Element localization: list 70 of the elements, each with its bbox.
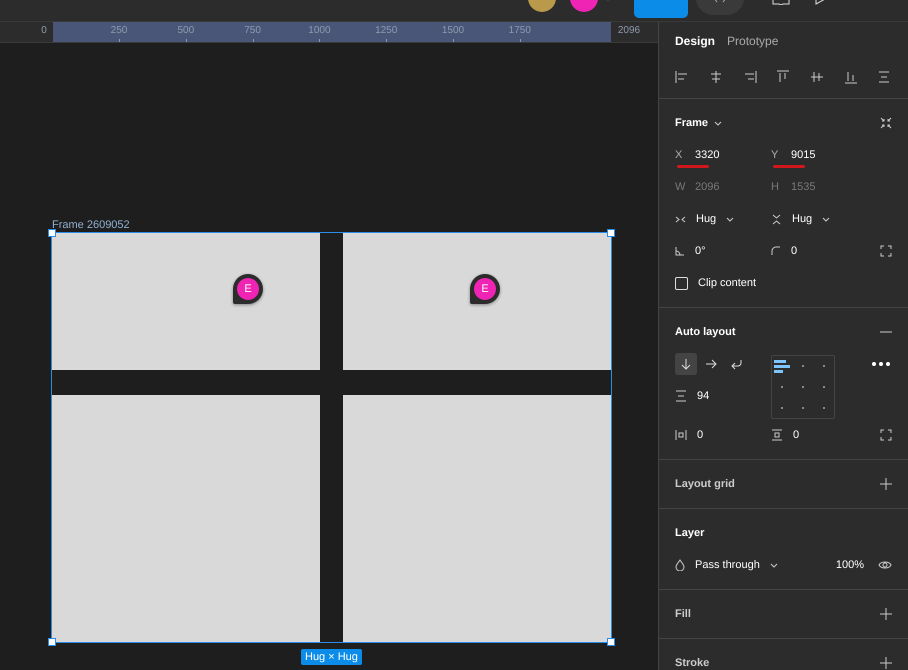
align-right-icon[interactable]	[742, 70, 757, 84]
align-left-icon[interactable]	[675, 70, 689, 84]
resize-handle[interactable]	[48, 229, 56, 237]
eye-icon[interactable]	[878, 560, 892, 570]
chevron-down-icon	[822, 216, 830, 222]
panel-tab[interactable]: Design	[675, 34, 716, 48]
plus-icon[interactable]	[880, 478, 892, 490]
horizontal-padding-icon	[675, 429, 687, 441]
ruler-tick-label: 1500	[442, 25, 464, 36]
ruler-tick-label: 1250	[375, 25, 398, 36]
ruler-tick-label: 1000	[308, 25, 331, 36]
resize-handle[interactable]	[48, 638, 56, 646]
ruler-tick-label: 1750	[508, 25, 531, 36]
independent-corners-icon[interactable]	[880, 245, 892, 257]
section-title: Layer	[675, 527, 704, 539]
ruler-tick-label: 250	[110, 25, 128, 36]
drop-icon	[675, 559, 685, 571]
horizontal-resize-icon	[675, 214, 686, 224]
direction-button[interactable]	[675, 353, 697, 375]
align-top-icon[interactable]	[776, 70, 790, 84]
number-field[interactable]: X 3320	[675, 143, 771, 167]
vertical-padding-icon	[771, 429, 783, 441]
opacity-field[interactable]: 100%	[836, 559, 864, 571]
chevron-down-icon	[770, 562, 778, 568]
ruler-tick-label: 500	[177, 25, 194, 36]
ruler-tick-label: 0	[41, 25, 47, 36]
alignment-icon	[774, 360, 790, 373]
ruler-tick-label: 2096	[618, 25, 640, 36]
section-title: Auto layout	[675, 326, 736, 338]
collapse-icon[interactable]	[880, 117, 892, 129]
chevron-down-icon	[726, 216, 734, 222]
horizontal-padding-field[interactable]: 0	[675, 423, 771, 447]
individual-padding-icon[interactable]	[880, 429, 892, 441]
plus-icon[interactable]	[880, 657, 892, 669]
section-title: Frame	[675, 117, 708, 129]
frame-name[interactable]: Frame 2609052	[52, 219, 130, 231]
number-field[interactable]: Y 9015	[771, 143, 867, 167]
align-center-icon[interactable]	[708, 70, 723, 84]
wrap-icon	[730, 358, 742, 370]
vertical-resize-icon	[771, 214, 782, 224]
sizing-dropdown[interactable]: Hug	[675, 207, 771, 231]
alignment-grid[interactable]	[771, 355, 835, 419]
distribute-icon[interactable]	[878, 70, 892, 84]
spacing-icon	[675, 390, 687, 402]
align-middle-icon[interactable]	[810, 70, 824, 84]
corner-radius-icon	[771, 246, 781, 256]
panel-tab[interactable]: Prototype	[727, 34, 778, 48]
resize-handle[interactable]	[607, 638, 615, 646]
clip-content-checkbox[interactable]: Clip content	[675, 267, 892, 299]
corner-radius-field[interactable]: 0	[771, 239, 867, 263]
more-icon[interactable]	[872, 362, 890, 366]
section-title: Fill	[675, 608, 691, 620]
sizing-dropdown[interactable]: Hug	[771, 207, 867, 231]
section-title: Layout grid	[675, 478, 735, 490]
plus-icon[interactable]	[880, 608, 892, 620]
gap-field[interactable]: 94	[675, 380, 771, 412]
arrow-right-icon	[705, 358, 717, 370]
ruler-tick-label: 750	[244, 25, 261, 36]
angle-icon	[675, 246, 685, 256]
align-bottom-icon[interactable]	[844, 70, 858, 84]
chevron-down-icon[interactable]	[714, 120, 722, 126]
size-label: Hug × Hug	[301, 649, 362, 665]
blend-mode-dropdown[interactable]: Pass through	[675, 553, 778, 577]
arrow-down-icon	[680, 358, 692, 370]
frame[interactable]	[52, 233, 611, 642]
checkbox[interactable]	[675, 276, 688, 290]
vertical-padding-field[interactable]: 0	[771, 423, 867, 447]
section-title: Stroke	[675, 657, 710, 669]
resize-handle[interactable]	[607, 229, 615, 237]
rotation-field[interactable]: 0°	[675, 239, 771, 263]
